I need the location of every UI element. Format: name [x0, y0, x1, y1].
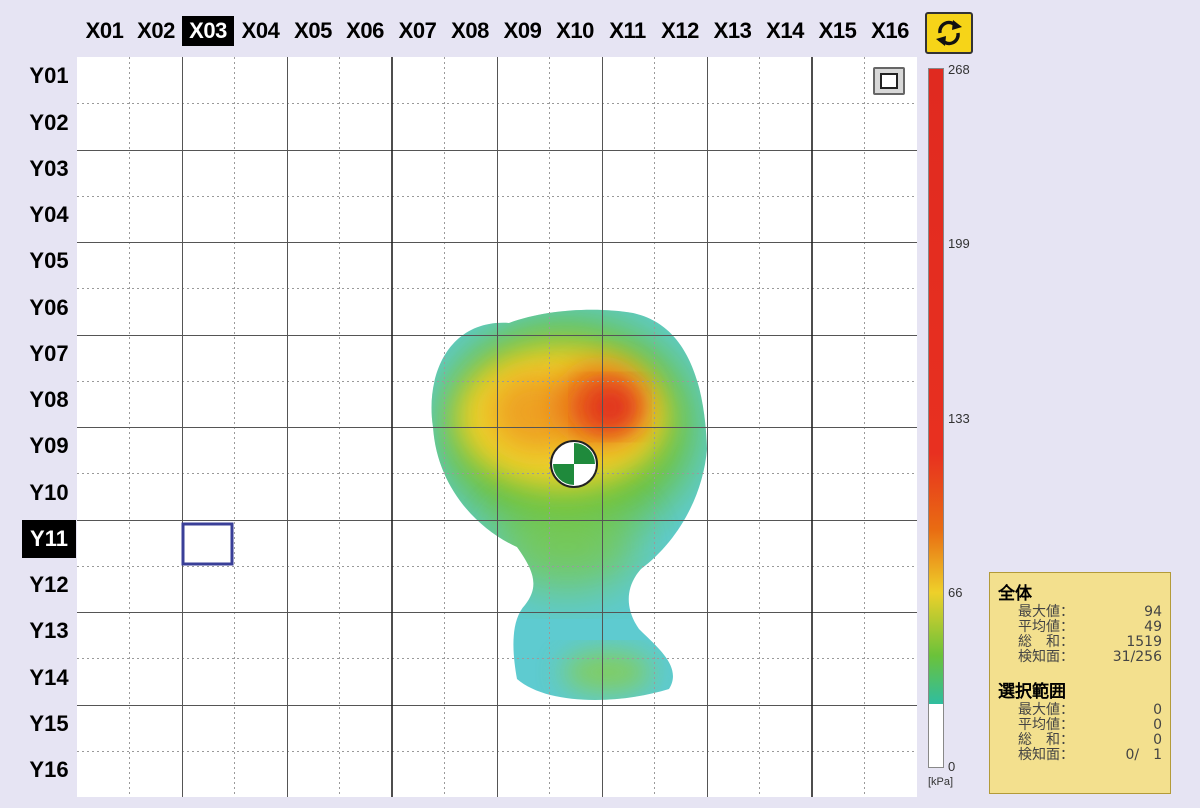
selection-detected-label: 検知面：: [1018, 747, 1074, 763]
scale-tick-199: 199: [948, 236, 970, 251]
selection-sum-row: 総 和： 0: [998, 733, 1162, 748]
column-header-x07[interactable]: X07: [391, 16, 444, 46]
scale-unit-label: [kPa]: [928, 776, 954, 788]
column-header-x06[interactable]: X06: [339, 16, 391, 46]
overall-detected-value: 31/256: [1112, 649, 1162, 665]
column-header-x13[interactable]: X13: [706, 16, 759, 46]
column-header-x11[interactable]: X11: [601, 16, 654, 46]
selection-sum-value: 0: [1153, 732, 1162, 748]
column-header-x03-selected[interactable]: X03: [182, 16, 234, 46]
column-header-x16[interactable]: X16: [864, 16, 916, 46]
row-header-y08[interactable]: Y08: [22, 381, 76, 419]
column-header-x10[interactable]: X10: [549, 16, 601, 46]
overall-detected-label: 検知面：: [1018, 649, 1074, 665]
pressure-heatmap: [77, 57, 917, 797]
row-header-y06[interactable]: Y06: [22, 289, 76, 327]
column-header-x09[interactable]: X09: [496, 16, 549, 46]
row-header-y11-selected[interactable]: Y11: [22, 520, 76, 558]
scale-tick-66: 66: [948, 585, 963, 600]
row-header-y15[interactable]: Y15: [22, 705, 76, 743]
refresh-button[interactable]: [925, 12, 973, 54]
row-header-y04[interactable]: Y04: [22, 196, 76, 234]
scale-tick-133: 133: [948, 411, 970, 426]
selection-detected-value: 0/ 1: [1125, 747, 1162, 763]
square-icon: [880, 73, 898, 89]
overall-average-label: 平均値：: [1018, 619, 1074, 635]
major-gridlines: [77, 57, 917, 797]
selection-sum-label: 総 和：: [1018, 732, 1074, 748]
column-header-x14[interactable]: X14: [759, 16, 811, 46]
overall-average-row: 平均値： 49: [998, 620, 1162, 635]
row-header-y02[interactable]: Y02: [22, 104, 76, 142]
row-header-y14[interactable]: Y14: [22, 659, 76, 697]
overall-stats-title: 全体: [998, 584, 1032, 604]
row-header-y12[interactable]: Y12: [22, 566, 76, 604]
overall-sum-label: 総 和：: [1018, 634, 1074, 650]
column-header-x01[interactable]: X01: [79, 16, 130, 46]
column-header-x05[interactable]: X05: [287, 16, 339, 46]
view-toggle-button[interactable]: [873, 67, 905, 95]
refresh-cycle-icon: [936, 20, 962, 46]
scale-tick-min: 0: [948, 759, 956, 774]
row-header-y03[interactable]: Y03: [22, 150, 76, 188]
pressure-grid[interactable]: [77, 57, 917, 797]
row-header-y09[interactable]: Y09: [22, 427, 76, 465]
selection-max-value: 0: [1153, 702, 1162, 718]
selection-max-row: 最大値： 0: [998, 703, 1162, 718]
selection-detected-row: 検知面： 0/ 1: [998, 748, 1162, 763]
overall-max-value: 94: [1144, 604, 1162, 620]
row-header-y13[interactable]: Y13: [22, 612, 76, 650]
center-of-pressure-icon: [550, 440, 598, 488]
overall-sum-row: 総 和： 1519: [998, 635, 1162, 650]
column-header-x08[interactable]: X08: [444, 16, 496, 46]
row-header-y10[interactable]: Y10: [22, 474, 76, 512]
pressure-map-window: X01 X02 X03 X04 X05 X06 X07 X08 X09 X10 …: [0, 0, 1200, 808]
overall-max-row: 最大値： 94: [998, 605, 1162, 620]
selected-cell-x03-y11[interactable]: [181, 522, 234, 566]
row-header-y01[interactable]: Y01: [22, 57, 76, 95]
row-header-y05[interactable]: Y05: [22, 242, 76, 280]
column-header-x12[interactable]: X12: [654, 16, 706, 46]
column-header-x02[interactable]: X02: [130, 16, 182, 46]
column-header-x15[interactable]: X15: [811, 16, 864, 46]
row-header-y07[interactable]: Y07: [22, 335, 76, 373]
selection-max-label: 最大値：: [1018, 702, 1074, 718]
heat-blob: [431, 309, 707, 700]
selection-average-value: 0: [1153, 717, 1162, 733]
color-scale-bar: [928, 68, 944, 768]
overall-max-label: 最大値：: [1018, 604, 1074, 620]
row-header-y16[interactable]: Y16: [22, 751, 76, 789]
column-header-x04[interactable]: X04: [234, 16, 287, 46]
overall-detected-row: 検知面： 31/256: [998, 650, 1162, 665]
selection-average-label: 平均値：: [1018, 717, 1074, 733]
scale-tick-max: 268: [948, 62, 970, 77]
overall-sum-value: 1519: [1126, 634, 1162, 650]
statistics-panel: 全体 最大値： 94 平均値： 49 総 和： 1519 検知面： 31/256…: [989, 572, 1171, 794]
overall-average-value: 49: [1144, 619, 1162, 635]
selection-stats-title: 選択範囲: [998, 682, 1066, 702]
selection-average-row: 平均値： 0: [998, 718, 1162, 733]
